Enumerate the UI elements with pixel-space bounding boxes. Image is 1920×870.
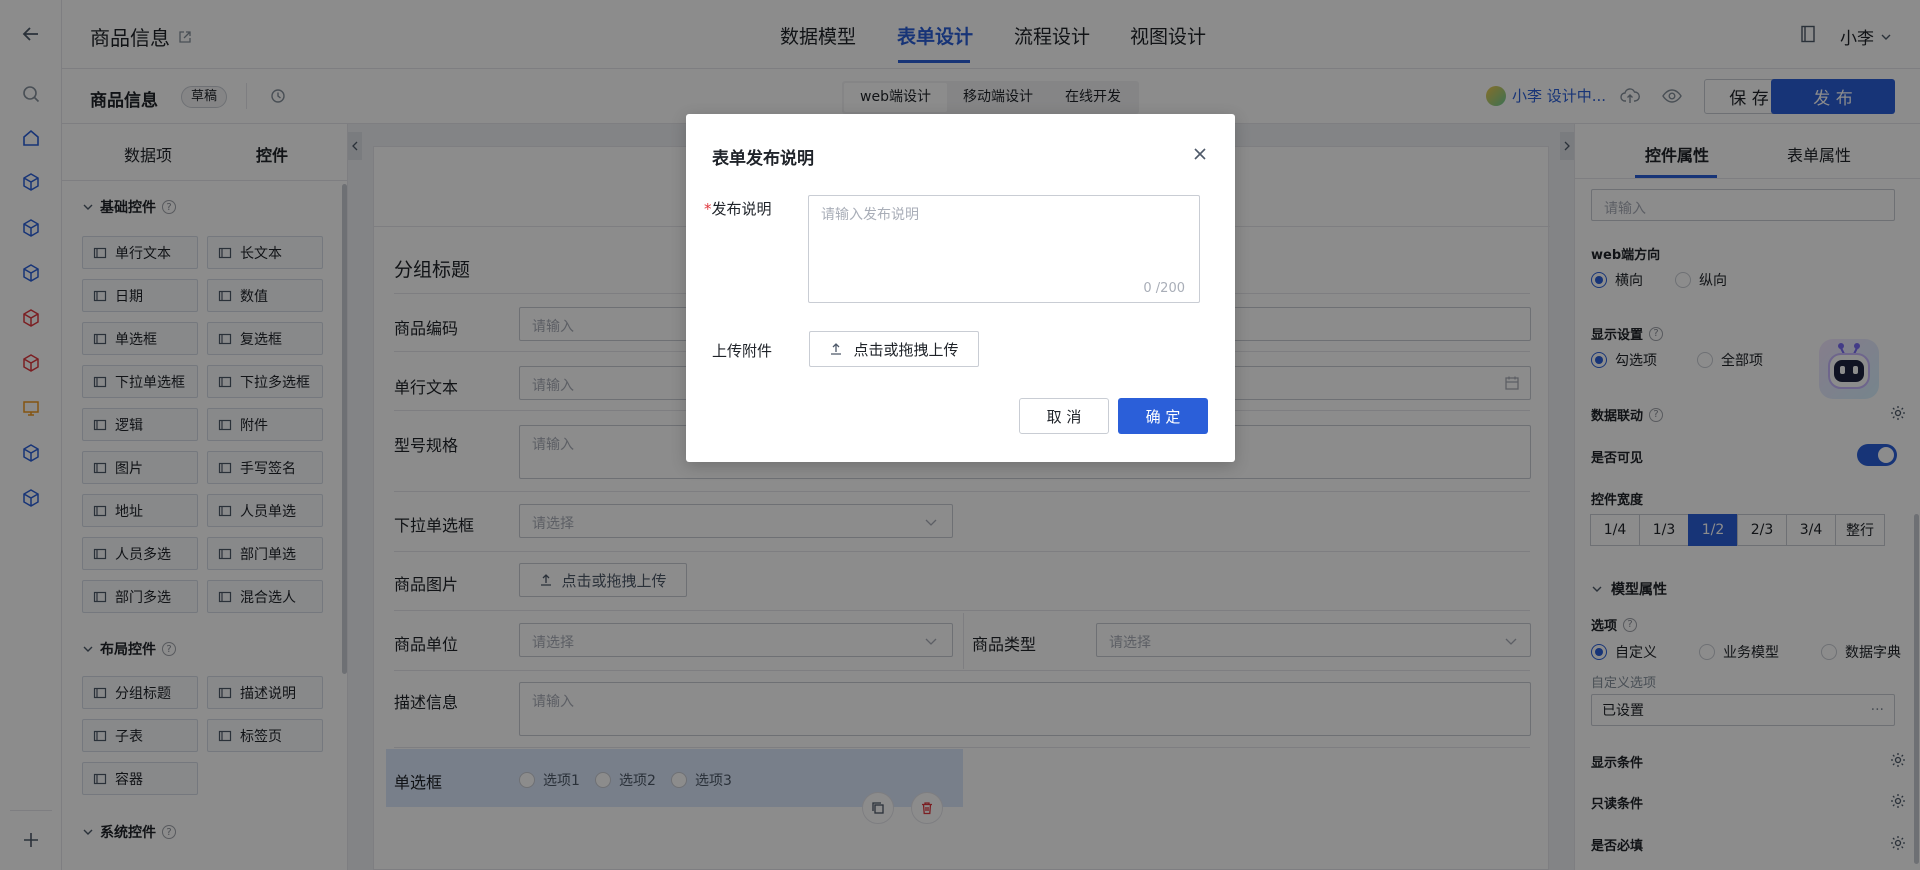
dialog-title: 表单发布说明 (712, 149, 814, 169)
attachment-upload-button[interactable]: 点击或拖拽上传 (809, 331, 979, 367)
publish-dialog: 表单发布说明 * 发布说明 请输入发布说明 0 /200 上传附件 点击或拖拽上… (686, 114, 1235, 462)
cancel-button[interactable]: 取 消 (1019, 398, 1109, 434)
confirm-button[interactable]: 确 定 (1118, 398, 1208, 434)
desc-label-text: 发布说明 (711, 200, 772, 218)
desc-label: * 发布说明 (704, 198, 772, 219)
close-icon[interactable] (1192, 146, 1208, 162)
required-mark: * (704, 199, 712, 218)
char-count: 0 /200 (1143, 281, 1185, 296)
upload-icon (831, 343, 842, 355)
publish-desc-textarea[interactable]: 请输入发布说明 0 /200 (808, 195, 1200, 303)
attach-label: 上传附件 (712, 342, 773, 360)
upload-label: 点击或拖拽上传 (853, 340, 959, 359)
desc-placeholder: 请输入发布说明 (821, 207, 919, 223)
